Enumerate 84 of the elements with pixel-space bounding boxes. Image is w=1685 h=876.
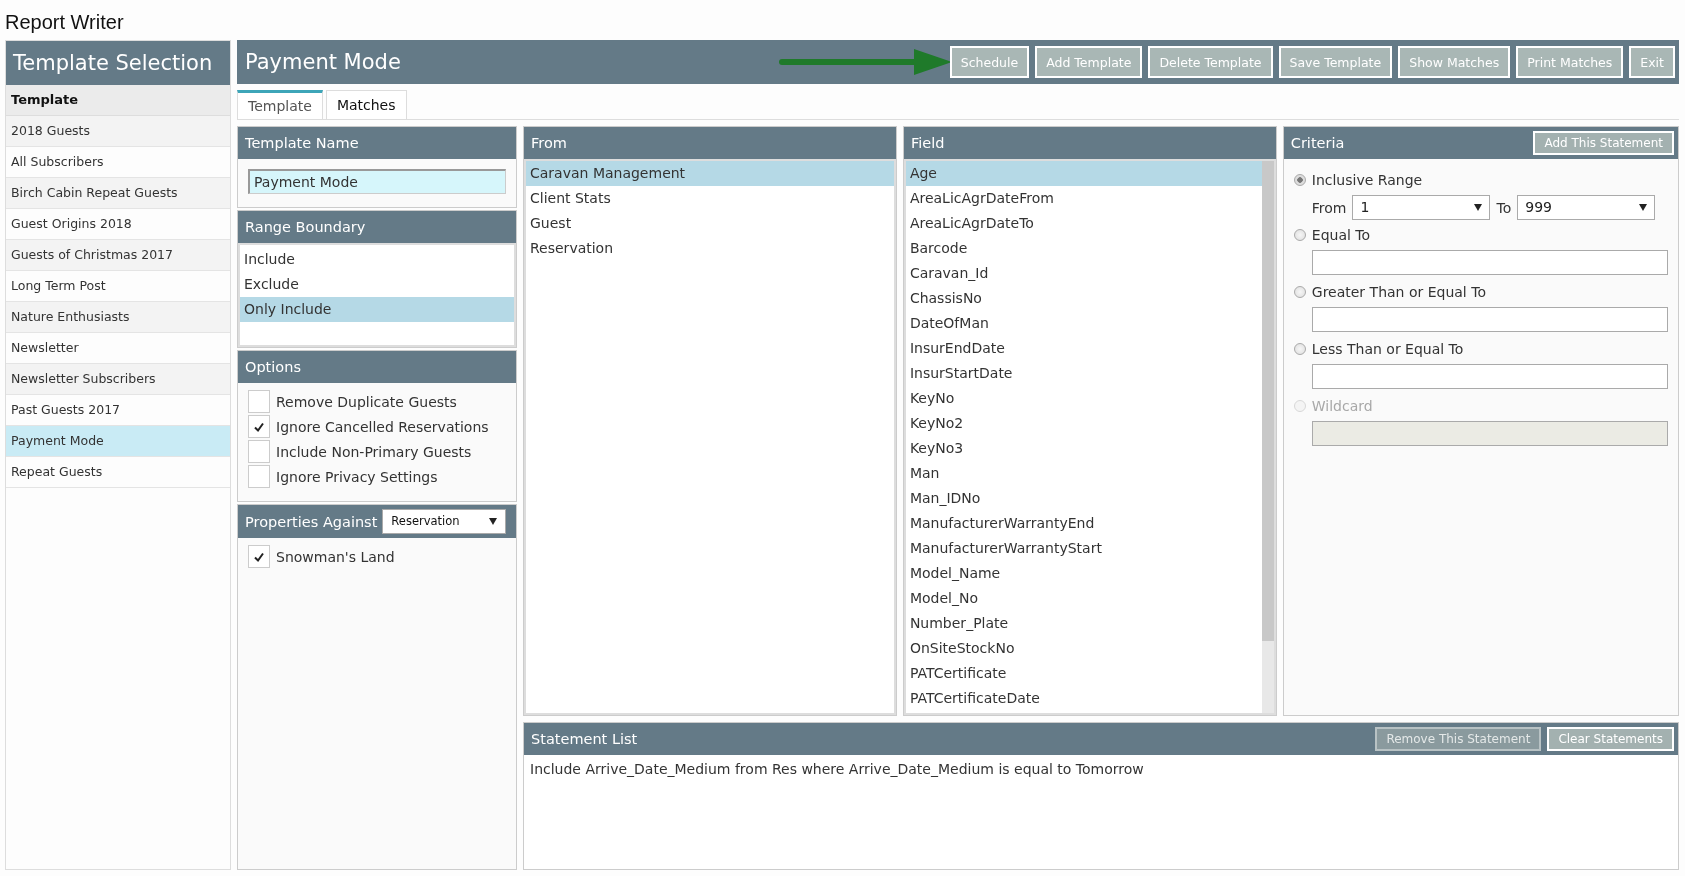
list-item[interactable]: KeyNo2 <box>905 411 1262 436</box>
template-item[interactable]: Guests of Christmas 2017 <box>6 240 230 271</box>
to-dropdown[interactable]: 999 <box>1517 195 1656 220</box>
dropdown[interactable]: Reservation <box>382 509 506 534</box>
panel-title: Properties Against <box>245 512 378 532</box>
input-field[interactable] <box>1311 307 1668 332</box>
panel-title: Statement List <box>531 730 638 749</box>
caret-icon <box>489 518 497 525</box>
list-item[interactable]: Only Include <box>240 297 514 322</box>
panel-header: Field <box>903 127 1276 159</box>
from-dropdown[interactable]: 1 <box>1352 195 1491 220</box>
checkbox-label: Include Non-Primary Guests <box>276 443 472 460</box>
radio-label: Inclusive Range <box>1311 172 1423 188</box>
checkbox[interactable] <box>248 390 270 413</box>
list-item[interactable]: Model_Name <box>905 561 1262 586</box>
list-item[interactable]: ManufacturerWarrantyStart <box>905 536 1262 561</box>
check-icon <box>253 420 265 433</box>
list-item[interactable]: Reservation <box>526 236 894 261</box>
list-item[interactable]: KeyNo <box>905 386 1262 411</box>
list-item[interactable]: PATCertificateDate <box>905 686 1262 711</box>
checkbox[interactable] <box>248 415 270 438</box>
template-item[interactable]: 2018 Guests <box>6 116 230 147</box>
template-item[interactable]: Nature Enthusiasts <box>6 302 230 333</box>
list-item[interactable]: InsurStartDate <box>905 361 1262 386</box>
check-icon <box>253 550 265 563</box>
list-item[interactable]: OnSiteStockNo <box>905 636 1262 661</box>
list-item[interactable]: Guest <box>526 211 894 236</box>
radio-label: Equal To <box>1311 227 1371 243</box>
list-item[interactable]: Caravan Management <box>526 161 894 186</box>
radio-button[interactable] <box>1293 174 1306 186</box>
list-item[interactable]: ChassisNo <box>905 286 1262 311</box>
panel-header: Template Name <box>238 127 516 159</box>
list-item[interactable]: Exclude <box>240 272 514 297</box>
template-item[interactable]: Newsletter Subscribers <box>6 364 230 395</box>
caret-icon <box>1639 204 1648 211</box>
caret-icon <box>1474 204 1483 211</box>
input-field[interactable] <box>1311 250 1668 275</box>
list-item[interactable]: Include <box>240 247 514 272</box>
checkbox-label: Remove Duplicate Guests <box>276 393 457 410</box>
template-item[interactable]: Birch Cabin Repeat Guests <box>6 178 230 209</box>
list-item[interactable]: Number_Plate <box>905 611 1262 636</box>
checkbox[interactable] <box>248 440 270 463</box>
list-item[interactable]: KeyNo3 <box>905 436 1262 461</box>
list-item[interactable]: Barcode <box>905 236 1262 261</box>
checkbox-label: Snowman's Land <box>276 548 395 565</box>
field-label: To <box>1496 199 1512 216</box>
list-item[interactable]: Age <box>905 161 1262 186</box>
list-item[interactable]: InsurEndDate <box>905 336 1262 361</box>
radio-label: Wildcard <box>1311 398 1373 414</box>
list-header: Template <box>6 85 230 116</box>
list-item[interactable]: AreaLicAgrDateFrom <box>905 186 1262 211</box>
checkbox-label: Ignore Privacy Settings <box>276 468 438 485</box>
panel-header: From <box>524 127 896 159</box>
radio-button[interactable] <box>1293 343 1306 355</box>
radio-label: Less Than or Equal To <box>1311 341 1464 357</box>
page-title: Payment Mode <box>245 50 402 74</box>
list-item[interactable]: Man <box>905 461 1262 486</box>
scrollbar[interactable] <box>1261 161 1274 713</box>
template-name-field[interactable]: Payment Mode <box>248 169 506 194</box>
panel-header: Range Boundary <box>238 211 516 243</box>
list-item[interactable]: DateOfMan <box>905 311 1262 336</box>
radio-label: Greater Than or Equal To <box>1311 284 1486 300</box>
list-item[interactable]: Caravan_Id <box>905 261 1262 286</box>
template-item[interactable]: Payment Mode <box>6 426 230 457</box>
checkbox[interactable] <box>248 545 270 568</box>
list-item[interactable]: AreaLicAgrDateTo <box>905 211 1262 236</box>
radio-button[interactable] <box>1293 286 1306 298</box>
list-item[interactable]: ManufacturerWarrantyEnd <box>905 511 1262 536</box>
radio-button[interactable] <box>1293 229 1306 241</box>
statement-text[interactable]: Include Arrive_Date_Medium from Res where Arrive_Date_Medium is equal to Tomorrow <box>530 761 1672 777</box>
panel-title: Criteria <box>1290 134 1345 153</box>
panel-header: Options <box>238 351 516 383</box>
list-item[interactable]: Man_IDNo <box>905 486 1262 511</box>
list-item[interactable]: Client Stats <box>526 186 894 211</box>
checkbox-label: Ignore Cancelled Reservations <box>276 418 489 435</box>
field-label: From <box>1311 199 1347 216</box>
input-field[interactable] <box>1311 364 1668 389</box>
tab[interactable]: Matches <box>325 90 407 119</box>
tab[interactable]: Template <box>237 90 323 119</box>
sidebar-title: Template Selection <box>6 41 230 85</box>
app-title: Report Writer <box>5 10 125 35</box>
list-item[interactable]: PATCertificate <box>905 661 1262 686</box>
checkbox[interactable] <box>248 465 270 488</box>
list-item[interactable]: Model_No <box>905 586 1262 611</box>
